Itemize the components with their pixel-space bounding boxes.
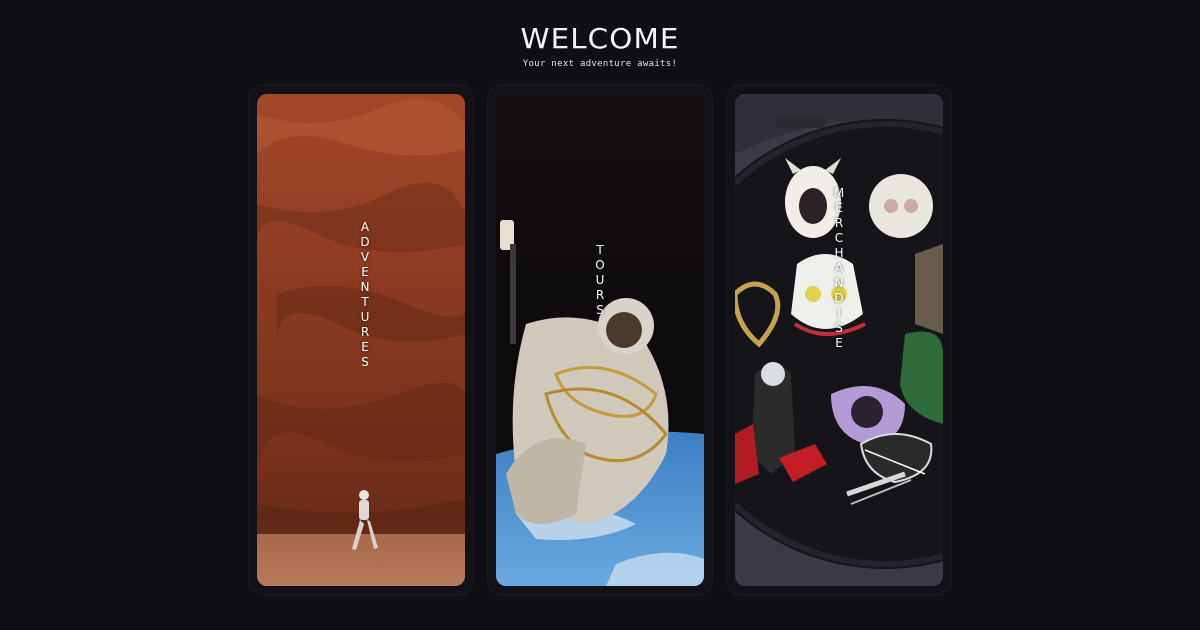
merchandise-image [735, 94, 943, 586]
header: WELCOME Your next adventure awaits! [0, 22, 1200, 69]
page-subtitle: Your next adventure awaits! [522, 59, 678, 69]
card-tours[interactable]: TOURS [496, 94, 704, 586]
card-merchandise[interactable]: MERCHANDISE [735, 94, 943, 586]
page-title: WELCOME [520, 22, 680, 55]
adventures-image [257, 94, 465, 586]
card-adventures[interactable]: ADVENTURES [257, 94, 465, 586]
tours-image [496, 94, 704, 586]
